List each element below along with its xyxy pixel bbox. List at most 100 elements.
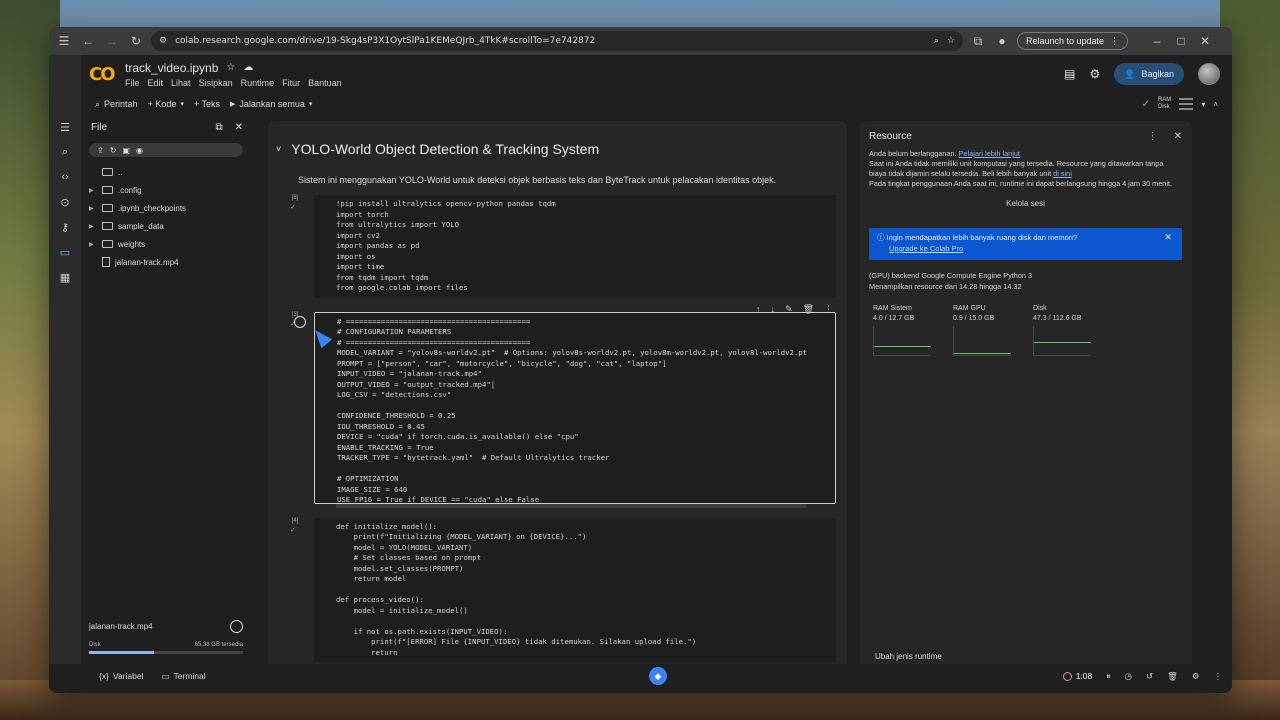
variables-button[interactable]: {x} Variabel (99, 671, 144, 681)
variables-icon[interactable]: ⊙ (56, 194, 74, 210)
open-in-tab-icon[interactable]: ⧉ (215, 122, 222, 133)
close-window-icon[interactable]: ✕ (1196, 32, 1214, 50)
terminal-button[interactable]: ▭ Terminal (162, 671, 206, 682)
restart-icon[interactable]: ↺ (1146, 671, 1153, 682)
comment-icon[interactable]: ▤ (1064, 67, 1075, 81)
site-info-icon[interactable]: ⚙ (159, 36, 167, 46)
trash-icon[interactable]: 🗑 (1167, 671, 1178, 682)
pause-icon[interactable]: ⏸ (1106, 671, 1110, 682)
move-up-icon[interactable]: ↑ (756, 304, 761, 315)
relaunch-button[interactable]: Relaunch to update ⋮ (1017, 32, 1129, 50)
forward-icon[interactable]: → (103, 32, 121, 50)
maximize-icon[interactable]: □ (1172, 32, 1190, 50)
delete-icon[interactable]: 🗑 (803, 304, 814, 315)
bookmark-star-icon[interactable]: ☆ (947, 36, 955, 46)
code-editor[interactable]: !pip install ultralytics opencv-python p… (314, 195, 836, 298)
menu-runtime[interactable]: Runtime (241, 78, 275, 88)
close-panel-icon[interactable]: ✕ (235, 122, 243, 133)
execution-count: [4] (291, 517, 299, 524)
upload-icon[interactable]: ⇪ (97, 146, 104, 155)
tree-item-weights[interactable]: ▶ weights (81, 235, 251, 253)
folder-icon (102, 186, 113, 194)
close-icon[interactable]: ✕ (1164, 232, 1172, 243)
code-snippets-icon[interactable]: ‹› (56, 169, 74, 185)
folder-icon[interactable]: ▭ (56, 244, 74, 260)
recording-timer[interactable]: 1:08 (1062, 671, 1092, 681)
menu-edit[interactable]: Edit (148, 78, 164, 88)
tree-item-sample-data[interactable]: ▶ sample_data (81, 217, 251, 235)
edit-link-icon[interactable]: ✎ (785, 304, 793, 315)
code-cell-imports[interactable]: [8] ✓ !pip install ultralytics opencv-py… (288, 195, 847, 298)
buy-here-link[interactable]: di sini (1053, 169, 1072, 178)
hide-files-icon[interactable]: ◉ (136, 146, 143, 155)
run-all-button[interactable]: ▶ Jalankan semua ▾ (230, 99, 312, 109)
star-icon[interactable]: ☆ (226, 62, 235, 73)
more-vert-icon[interactable]: ⋮ (1214, 671, 1223, 682)
folder-icon (102, 240, 113, 248)
menu-file[interactable]: File (125, 78, 140, 88)
collapse-chevron-icon[interactable]: ˅ (276, 144, 281, 154)
change-runtime-button[interactable]: Ubah jenis runtime (875, 652, 942, 661)
resource-indicator[interactable]: RAM Disk (1158, 97, 1171, 111)
code-cell-config[interactable]: [3] ✓ ↑ ↓ ✎ 🗑 ⋮ # ======================… (288, 304, 847, 508)
folder-icon (102, 168, 113, 176)
search-icon: ⌕ (95, 98, 101, 109)
tree-item-video-file[interactable]: jalanan-track.mp4 (81, 253, 251, 271)
history-icon[interactable]: ◷ (1125, 671, 1132, 682)
refresh-icon[interactable]: ↻ (110, 146, 117, 155)
avatar[interactable] (1198, 63, 1220, 85)
table-of-contents-icon[interactable]: ☰ (56, 119, 74, 135)
profile-icon[interactable]: ● (993, 32, 1011, 50)
tree-item-parent[interactable]: .. (81, 163, 251, 181)
success-check-icon: ✓ (290, 526, 296, 534)
more-vert-icon[interactable]: ⋮ (1148, 131, 1158, 142)
notebook-title[interactable]: track_video.ipynb (125, 61, 218, 75)
terminal-grid-icon[interactable]: ▦ (56, 269, 74, 285)
add-text-button[interactable]: + Teks (194, 99, 220, 109)
run-cell-button[interactable] (294, 315, 306, 328)
tree-item-checkpoints[interactable]: ▶ .ipynb_checkpoints (81, 199, 251, 217)
move-down-icon[interactable]: ↓ (771, 304, 776, 315)
horizontal-scrollbar[interactable] (336, 503, 806, 508)
colab-logo-icon[interactable]: CO (89, 64, 119, 85)
code-editor[interactable]: def initialize_model(): print(f"Initiali… (314, 517, 836, 662)
reload-icon[interactable]: ↻ (127, 32, 145, 50)
upgrade-pro-link[interactable]: Upgrade ke Colab Pro (889, 244, 963, 253)
zoom-icon[interactable]: ⌕ (934, 36, 939, 46)
command-palette-button[interactable]: ⌕ Perintah (95, 99, 138, 110)
menu-help[interactable]: Bantuan (308, 78, 342, 88)
code-editor[interactable]: # ======================================… (314, 311, 836, 504)
section-description: Sistem ini menggunakan YOLO-World untuk … (298, 175, 777, 185)
back-icon[interactable]: ← (79, 32, 97, 50)
chevron-right-icon: ▶ (89, 223, 94, 230)
more-vert-icon[interactable]: ⋮ (824, 304, 833, 315)
tree-item-config[interactable]: ▶ .config (81, 181, 251, 199)
menu-tools[interactable]: Fitur (282, 78, 300, 88)
code-cell-functions[interactable]: [4] ✓ def initialize_model(): print(f"In… (288, 517, 847, 662)
secrets-key-icon[interactable]: ⚷ (56, 219, 74, 235)
tab-menu-icon[interactable]: ☰ (55, 32, 73, 50)
settings-gear-icon[interactable]: ⚙ (1192, 671, 1200, 682)
manage-sessions-button[interactable]: Kelola sesi (869, 199, 1182, 208)
share-button[interactable]: 👤 Bagikan (1114, 63, 1184, 85)
menu-insert[interactable]: Sisipkan (199, 78, 233, 88)
chevron-down-icon[interactable]: ▾ (1201, 100, 1205, 109)
settings-gear-icon[interactable]: ⚙ (1089, 67, 1100, 81)
mount-drive-icon[interactable]: ▣ (122, 146, 130, 155)
backend-info: (GPU) backend Google Compute Engine Pyth… (869, 271, 1033, 280)
minimize-icon[interactable]: – (1148, 32, 1166, 50)
add-code-button[interactable]: + Kode ▾ (148, 99, 184, 109)
address-bar[interactable]: ⚙ colab.research.google.com/drive/19-Skg… (151, 31, 963, 51)
metric-disk: Disk 47.3 / 112.6 GB (1033, 304, 1091, 356)
search-replace-icon[interactable]: ⌕ (56, 144, 74, 160)
cloud-saved-icon[interactable]: ☁ (243, 62, 253, 73)
disk-label: Disk (1157, 104, 1170, 110)
text-cell[interactable]: ˅ YOLO-World Object Detection & Tracking… (268, 121, 847, 185)
file-toolbar: ⇪ ↻ ▣ ◉ (89, 143, 243, 157)
extensions-icon[interactable]: ⧉ (969, 32, 987, 50)
close-panel-icon[interactable]: ✕ (1174, 131, 1182, 142)
learn-more-link[interactable]: Pelajari lebih lanjut (959, 149, 1020, 158)
metric-name: Disk (1033, 305, 1047, 312)
menu-view[interactable]: Lihat (171, 78, 191, 88)
chevron-up-icon[interactable]: ˄ (1213, 100, 1218, 109)
